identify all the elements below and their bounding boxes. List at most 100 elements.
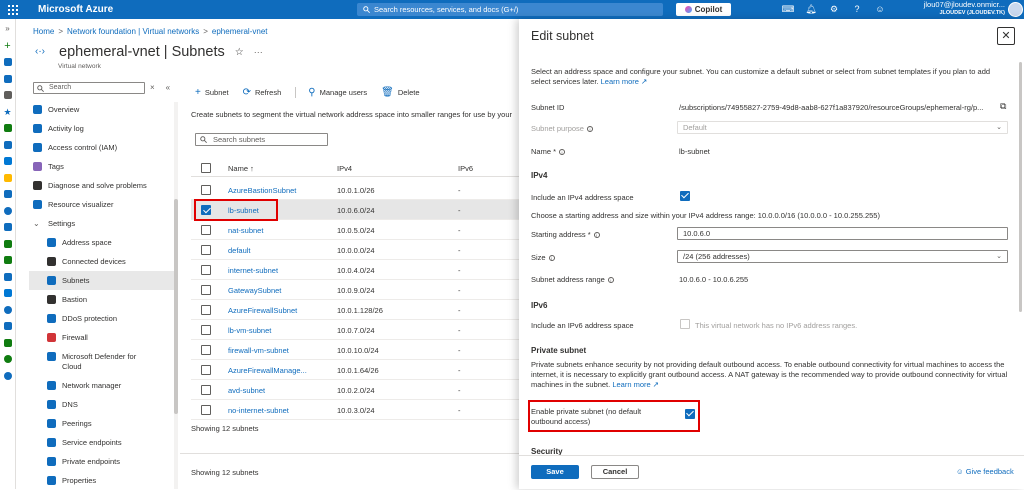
sidebar-item-private-endpoints[interactable]: Private endpoints xyxy=(29,452,176,471)
sql-database-icon[interactable] xyxy=(3,190,12,198)
subnet-name-link[interactable]: lb-vm-subnet xyxy=(228,326,271,335)
subnet-name-link[interactable]: no-internet-subnet xyxy=(228,406,289,415)
table-row[interactable]: GatewaySubnet 10.0.9.0/24 - xyxy=(191,280,519,300)
subnet-name-link[interactable]: AzureBastionSubnet xyxy=(228,186,296,195)
help-icon[interactable]: ? xyxy=(851,3,863,15)
home-icon[interactable] xyxy=(3,58,12,66)
column-ipv4-header[interactable]: IPv4 xyxy=(337,164,352,173)
save-button[interactable]: Save xyxy=(531,465,579,479)
starting-address-input[interactable]: 10.0.6.0 xyxy=(677,227,1008,240)
private-learn-more-link[interactable]: Learn more ↗ xyxy=(612,380,659,389)
row-checkbox[interactable] xyxy=(201,285,211,295)
table-row[interactable]: default 10.0.0.0/24 - xyxy=(191,240,519,260)
cosmos-db-icon[interactable] xyxy=(3,206,12,215)
load-balancer-icon[interactable] xyxy=(3,239,12,248)
sidebar-item-peerings[interactable]: Peerings xyxy=(29,414,176,433)
more-options-icon[interactable]: ··· xyxy=(254,47,263,57)
sidebar-item-ddos-protection[interactable]: DDoS protection xyxy=(29,309,176,328)
favorite-star-icon[interactable]: ☆ xyxy=(235,47,244,58)
storage-accounts-icon[interactable] xyxy=(3,256,12,264)
add-subnet-button[interactable]: + Subnet xyxy=(195,87,229,98)
sidebar-item-microsoft-defender-for[interactable]: Microsoft Defender for Cloud xyxy=(29,349,176,377)
menu-scrollbar-thumb[interactable] xyxy=(174,199,178,414)
panel-scrollbar[interactable] xyxy=(1019,62,1022,442)
info-icon[interactable]: i xyxy=(593,232,600,239)
subnet-name-link[interactable]: GatewaySubnet xyxy=(228,286,281,295)
table-row[interactable]: firewall-vm-subnet 10.0.10.0/24 - xyxy=(191,340,519,360)
table-row[interactable]: AzureFirewallManage... 10.0.1.64/26 - xyxy=(191,360,519,380)
sidebar-item-properties[interactable]: Properties xyxy=(29,471,176,490)
help-support-icon[interactable] xyxy=(3,371,12,380)
row-checkbox[interactable] xyxy=(201,325,211,335)
info-icon[interactable]: i xyxy=(559,149,566,156)
feedback-icon[interactable]: ☺ xyxy=(874,3,886,15)
app-services-icon[interactable] xyxy=(3,157,12,165)
monitor-icon[interactable] xyxy=(3,305,12,314)
sidebar-item-settings[interactable]: ⌄ Settings xyxy=(29,214,176,233)
menu-icon[interactable] xyxy=(8,5,18,15)
global-search-input[interactable]: Search resources, services, and docs (G+… xyxy=(357,3,663,16)
table-row[interactable]: avd-subnet 10.0.2.0/24 - xyxy=(191,380,519,400)
notifications-icon[interactable]: 🔔︎ xyxy=(805,3,817,15)
expand-rail-icon[interactable]: » xyxy=(0,24,15,33)
menu-scrollbar[interactable] xyxy=(174,102,178,489)
all-resources-icon[interactable] xyxy=(3,124,12,132)
size-select[interactable]: /24 (256 addresses) ⌄ xyxy=(677,250,1008,263)
subnet-name-link[interactable]: firewall-vm-subnet xyxy=(228,346,289,355)
subnet-name-link[interactable]: AzureFirewallSubnet xyxy=(228,306,297,315)
sidebar-item-diagnose-and-solve-problems[interactable]: Diagnose and solve problems xyxy=(29,176,176,195)
sidebar-item-connected-devices[interactable]: Connected devices xyxy=(29,252,176,271)
sidebar-item-overview[interactable]: Overview xyxy=(29,100,176,119)
favorites-star-icon[interactable]: ★ xyxy=(4,107,12,116)
cloud-shell-icon[interactable]: ⌨ xyxy=(782,3,795,15)
cost-management-icon[interactable] xyxy=(3,355,12,363)
advisor-icon[interactable] xyxy=(3,322,12,330)
table-row[interactable]: nat-subnet 10.0.5.0/24 - xyxy=(191,220,519,240)
row-checkbox[interactable] xyxy=(201,405,211,415)
subnet-name-link[interactable]: internet-subnet xyxy=(228,266,278,275)
include-ipv6-checkbox[interactable] xyxy=(680,319,690,329)
breadcrumb-home[interactable]: Home xyxy=(33,27,54,36)
copilot-button[interactable]: Copilot xyxy=(676,3,731,16)
subnet-name-link[interactable]: avd-subnet xyxy=(228,386,265,395)
subnet-purpose-select[interactable]: Default ⌄ xyxy=(677,121,1008,134)
dashboard-icon[interactable] xyxy=(3,74,12,83)
sidebar-item-subnets[interactable]: Subnets xyxy=(29,271,176,290)
row-checkbox[interactable] xyxy=(201,305,211,315)
subnet-name-link[interactable]: AzureFirewallManage... xyxy=(228,366,307,375)
breadcrumb-parent[interactable]: Network foundation | Virtual networks xyxy=(67,27,199,36)
row-checkbox[interactable] xyxy=(201,265,211,275)
defender-icon[interactable] xyxy=(3,338,12,347)
table-row[interactable]: internet-subnet 10.0.4.0/24 - xyxy=(191,260,519,280)
row-checkbox[interactable] xyxy=(201,245,211,255)
sidebar-item-resource-visualizer[interactable]: Resource visualizer xyxy=(29,195,176,214)
row-checkbox[interactable] xyxy=(201,385,211,395)
function-app-icon[interactable] xyxy=(3,173,12,182)
include-ipv4-checkbox[interactable] xyxy=(680,191,690,201)
info-icon[interactable]: i xyxy=(607,277,614,284)
subnet-name-link[interactable]: default xyxy=(228,246,251,255)
clear-search-icon[interactable]: × xyxy=(150,83,155,92)
row-checkbox[interactable] xyxy=(201,185,211,195)
table-row[interactable]: lb-vm-subnet 10.0.7.0/24 - xyxy=(191,320,519,340)
copy-icon[interactable]: ⧉ xyxy=(1000,101,1006,112)
info-icon[interactable]: i xyxy=(548,255,555,262)
row-checkbox[interactable] xyxy=(201,345,211,355)
all-services-icon[interactable] xyxy=(3,91,12,99)
column-ipv6-header[interactable]: IPv6 xyxy=(458,164,473,173)
manage-users-button[interactable]: ⚲ Manage users xyxy=(308,87,367,98)
create-resource-icon[interactable]: + xyxy=(4,40,12,51)
info-icon[interactable]: i xyxy=(586,126,593,133)
row-checkbox[interactable] xyxy=(201,225,211,235)
entra-id-icon[interactable] xyxy=(3,289,12,297)
settings-icon[interactable]: ⚙ xyxy=(828,3,840,15)
refresh-button[interactable]: ⟳ Refresh xyxy=(243,87,282,98)
virtual-machines-icon[interactable] xyxy=(3,223,12,231)
sidebar-item-activity-log[interactable]: Activity log xyxy=(29,119,176,138)
avatar[interactable] xyxy=(1008,2,1023,17)
column-name-header[interactable]: Name ↑ xyxy=(228,164,254,173)
sidebar-item-tags[interactable]: Tags xyxy=(29,157,176,176)
collapse-menu-icon[interactable]: « xyxy=(166,83,170,92)
sidebar-item-firewall[interactable]: Firewall xyxy=(29,328,176,347)
table-row[interactable]: AzureFirewallSubnet 10.0.1.128/26 - xyxy=(191,300,519,320)
